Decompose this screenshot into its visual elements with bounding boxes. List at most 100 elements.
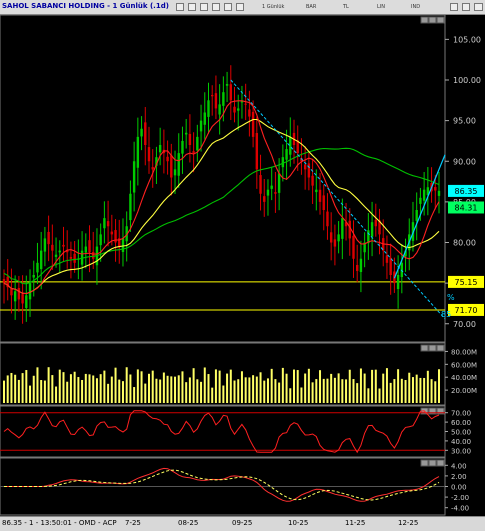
period-button[interactable]: 1 Günlük bbox=[262, 2, 284, 12]
candle-body bbox=[92, 251, 95, 259]
volume-bar bbox=[129, 374, 132, 403]
candle-body bbox=[415, 210, 418, 221]
volume-bar bbox=[136, 369, 139, 403]
window-titlebar: SAHOL SABANCI HOLDING - 1 Günlük (.1d) 1… bbox=[0, 0, 485, 15]
y-tick-label: 90.00 bbox=[453, 157, 476, 166]
osc-tick-label: 2.00 bbox=[451, 473, 467, 481]
volume-bar bbox=[438, 369, 440, 403]
x-label-5: 12-25 bbox=[398, 519, 419, 527]
candle-body bbox=[222, 92, 225, 106]
candle-body bbox=[281, 157, 285, 168]
currency-button[interactable]: TL bbox=[343, 2, 349, 12]
volume-bar bbox=[363, 373, 366, 403]
candle-body bbox=[374, 219, 377, 227]
volume-bar bbox=[385, 368, 388, 403]
candle-body bbox=[207, 100, 210, 117]
volume-bar bbox=[218, 370, 221, 403]
volume-bar bbox=[192, 368, 195, 403]
volume-bar bbox=[181, 371, 184, 403]
volume-bar bbox=[359, 368, 362, 403]
volume-bar bbox=[400, 378, 403, 403]
candle-body bbox=[255, 132, 259, 170]
toolbar-icon-3[interactable] bbox=[200, 3, 208, 11]
chart-area[interactable]: 105.00100.0095.0090.0085.0080.0075.0070.… bbox=[0, 15, 485, 516]
volume-bar bbox=[110, 376, 113, 403]
volume-bar bbox=[207, 374, 210, 403]
indicator-button[interactable]: IND bbox=[411, 2, 420, 12]
candle-body bbox=[329, 232, 333, 243]
candle-body bbox=[136, 136, 140, 168]
volume-bar bbox=[155, 378, 158, 403]
candle-body bbox=[396, 275, 400, 290]
toolbar-icon-6[interactable] bbox=[236, 3, 244, 11]
volume-bar bbox=[62, 372, 65, 403]
main-panel-button bbox=[428, 16, 437, 24]
maximize-icon[interactable] bbox=[462, 3, 470, 11]
volume-bar bbox=[21, 373, 24, 403]
candle-body bbox=[218, 104, 221, 115]
candle-body bbox=[370, 222, 374, 237]
volume-bar bbox=[378, 388, 381, 403]
volume-bar bbox=[266, 378, 269, 403]
candle-body bbox=[233, 106, 236, 113]
volume-bar bbox=[434, 381, 437, 403]
x-label-4: 11-25 bbox=[345, 519, 366, 527]
candle-body bbox=[17, 288, 21, 300]
toolbar-icon-2[interactable] bbox=[188, 3, 196, 11]
toolbar-icon-5[interactable] bbox=[224, 3, 232, 11]
macd-line bbox=[4, 467, 440, 502]
volume-bar bbox=[408, 372, 411, 403]
status-text: 86.35 - 1 - 13:50:01 - OMD - ACP bbox=[2, 519, 117, 527]
volume-bar bbox=[95, 378, 98, 403]
candle-body bbox=[266, 189, 270, 196]
candle-body bbox=[244, 103, 247, 105]
rsi-line bbox=[3, 410, 440, 454]
volume-bar bbox=[125, 367, 128, 403]
volume-bar bbox=[345, 379, 348, 403]
candle-body bbox=[99, 234, 102, 246]
candle-body bbox=[25, 295, 28, 308]
lin-button[interactable]: LIN bbox=[377, 2, 385, 12]
volume-bar bbox=[415, 374, 418, 403]
main-panel-button bbox=[436, 16, 445, 24]
volume-bar bbox=[81, 379, 84, 403]
signal-line bbox=[4, 469, 440, 501]
candle-body bbox=[214, 93, 218, 109]
osc-panel-button bbox=[436, 459, 445, 467]
candle-body bbox=[54, 254, 58, 257]
status-bar: 86.35 - 1 - 13:50:01 - OMD - ACP 7-25 08… bbox=[0, 516, 485, 531]
candle-body bbox=[151, 167, 154, 170]
volume-bar bbox=[58, 369, 61, 403]
candle-body bbox=[311, 175, 314, 186]
volume-bar bbox=[348, 369, 351, 403]
close-icon[interactable] bbox=[474, 3, 483, 11]
candle-body bbox=[170, 155, 173, 178]
volume-bar bbox=[423, 377, 426, 403]
minimize-icon[interactable] bbox=[450, 3, 458, 11]
volume-bar bbox=[374, 369, 377, 403]
volume-bar bbox=[174, 376, 177, 403]
volume-bar bbox=[311, 382, 314, 403]
volume-bar bbox=[333, 377, 336, 403]
y-tick-label: 100.00 bbox=[453, 76, 481, 85]
candle-body bbox=[270, 185, 273, 189]
candle-body bbox=[229, 84, 232, 101]
toolbar-icon-4[interactable] bbox=[212, 3, 220, 11]
toolbar-icon-1[interactable] bbox=[176, 3, 184, 11]
candle-body bbox=[326, 211, 329, 227]
candle-body bbox=[88, 240, 91, 253]
candle-body bbox=[352, 235, 355, 259]
volume-bar bbox=[222, 385, 225, 403]
candle-body bbox=[359, 258, 363, 272]
volume-bar bbox=[25, 370, 28, 403]
candle-body bbox=[43, 238, 47, 252]
volume-bar bbox=[382, 373, 385, 403]
volume-bar bbox=[170, 376, 173, 403]
volume-bar bbox=[188, 377, 191, 403]
volume-bar bbox=[47, 367, 50, 403]
volume-bar bbox=[73, 371, 76, 403]
volume-bar bbox=[367, 388, 370, 403]
bar-button[interactable]: BAR bbox=[306, 2, 316, 12]
volume-bar bbox=[10, 372, 13, 403]
x-label-2: 09-25 bbox=[232, 519, 253, 527]
